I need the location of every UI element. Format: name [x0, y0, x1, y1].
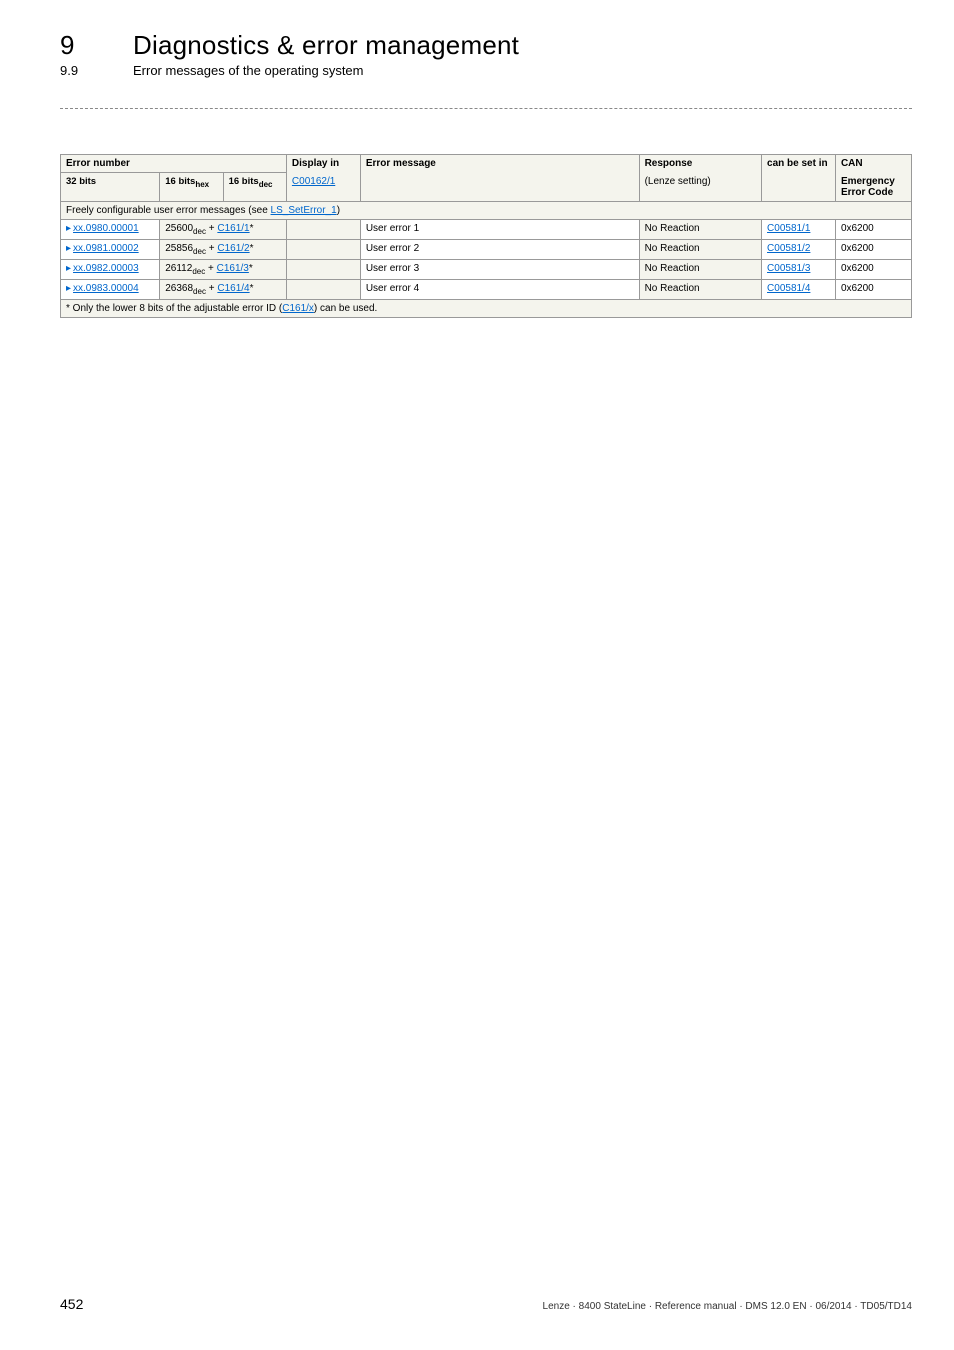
error-id-link[interactable]: xx.0983.00004	[73, 283, 139, 294]
page-footer: 452 Lenze · 8400 StateLine · Reference m…	[60, 1296, 912, 1312]
table-row: ▸xx.0983.00004 26368dec + C161/4* User e…	[61, 279, 912, 299]
setin-link[interactable]: C00581/2	[767, 243, 810, 254]
chapter-title: Diagnostics & error management	[133, 30, 519, 61]
error-id-link[interactable]: xx.0981.00002	[73, 243, 139, 254]
setin-link[interactable]: C00581/4	[767, 283, 810, 294]
page-number: 452	[60, 1296, 83, 1312]
msg-cell: User error 3	[360, 259, 639, 279]
calc-cell: 26368dec + C161/4*	[160, 279, 287, 299]
th-can-sub: EmergencyError Code	[835, 173, 911, 202]
setin-cell: C00581/2	[762, 239, 836, 259]
group-row: Freely configurable user error messages …	[61, 201, 912, 219]
response-cell: No Reaction	[639, 239, 761, 259]
error-table: Error number Display in Error message Re…	[60, 154, 912, 318]
response-cell: No Reaction	[639, 259, 761, 279]
table-row: ▸xx.0980.00001 25600dec + C161/1* User e…	[61, 219, 912, 239]
bullet-icon: ▸	[66, 243, 71, 254]
footnote-link[interactable]: C161/x	[282, 303, 314, 314]
disp-cell	[286, 239, 360, 259]
can-cell: 0x6200	[835, 279, 911, 299]
c-link[interactable]: C161/1	[217, 223, 249, 234]
group-link[interactable]: LS_SetError_1	[271, 205, 337, 216]
bullet-icon: ▸	[66, 263, 71, 274]
can-cell: 0x6200	[835, 259, 911, 279]
th-display-in: Display in	[286, 155, 360, 173]
msg-cell: User error 4	[360, 279, 639, 299]
error-id-link[interactable]: xx.0980.00001	[73, 223, 139, 234]
page-header: 9 Diagnostics & error management 9.9 Err…	[60, 30, 912, 78]
calc-cell: 25856dec + C161/2*	[160, 239, 287, 259]
table-row: ▸xx.0981.00002 25856dec + C161/2* User e…	[61, 239, 912, 259]
setin-link[interactable]: C00581/1	[767, 223, 810, 234]
setin-cell: C00581/3	[762, 259, 836, 279]
c-link[interactable]: C161/3	[217, 263, 249, 274]
id-cell: ▸xx.0982.00003	[61, 259, 160, 279]
id-cell: ▸xx.0980.00001	[61, 219, 160, 239]
bullet-icon: ▸	[66, 283, 71, 294]
display-link[interactable]: C00162/1	[292, 176, 335, 187]
th-error-number: Error number	[61, 155, 287, 173]
section-title: Error messages of the operating system	[133, 63, 364, 78]
section-number: 9.9	[60, 63, 78, 78]
calc-cell: 25600dec + C161/1*	[160, 219, 287, 239]
th-response: Response	[639, 155, 761, 173]
separator-line	[60, 108, 912, 109]
c-link[interactable]: C161/4	[217, 283, 249, 294]
response-cell: No Reaction	[639, 219, 761, 239]
th-error-message: Error message	[360, 155, 639, 202]
id-cell: ▸xx.0983.00004	[61, 279, 160, 299]
disp-cell	[286, 219, 360, 239]
c-link[interactable]: C161/2	[217, 243, 249, 254]
bullet-icon: ▸	[66, 223, 71, 234]
th-can: CAN	[835, 155, 911, 173]
chapter-number: 9	[60, 30, 78, 61]
setin-link[interactable]: C00581/3	[767, 263, 810, 274]
th-can-set-in: can be set in	[762, 155, 836, 202]
footnote-cell: * Only the lower 8 bits of the adjustabl…	[61, 299, 912, 317]
id-cell: ▸xx.0981.00002	[61, 239, 160, 259]
response-cell: No Reaction	[639, 279, 761, 299]
can-cell: 0x6200	[835, 239, 911, 259]
setin-cell: C00581/4	[762, 279, 836, 299]
disp-cell	[286, 259, 360, 279]
setin-cell: C00581/1	[762, 219, 836, 239]
th-16bits-hex: 16 bitshex	[160, 173, 223, 202]
table-row: ▸xx.0982.00003 26112dec + C161/3* User e…	[61, 259, 912, 279]
disp-cell	[286, 279, 360, 299]
calc-cell: 26112dec + C161/3*	[160, 259, 287, 279]
th-32bits: 32 bits	[61, 173, 160, 202]
error-id-link[interactable]: xx.0982.00003	[73, 263, 139, 274]
th-16bits-dec: 16 bitsdec	[223, 173, 286, 202]
th-response-sub: (Lenze setting)	[639, 173, 761, 202]
th-display-link: C00162/1	[286, 173, 360, 202]
group-cell: Freely configurable user error messages …	[61, 201, 912, 219]
footnote-row: * Only the lower 8 bits of the adjustabl…	[61, 299, 912, 317]
footer-text: Lenze · 8400 StateLine · Reference manua…	[543, 1301, 912, 1312]
msg-cell: User error 2	[360, 239, 639, 259]
can-cell: 0x6200	[835, 219, 911, 239]
msg-cell: User error 1	[360, 219, 639, 239]
